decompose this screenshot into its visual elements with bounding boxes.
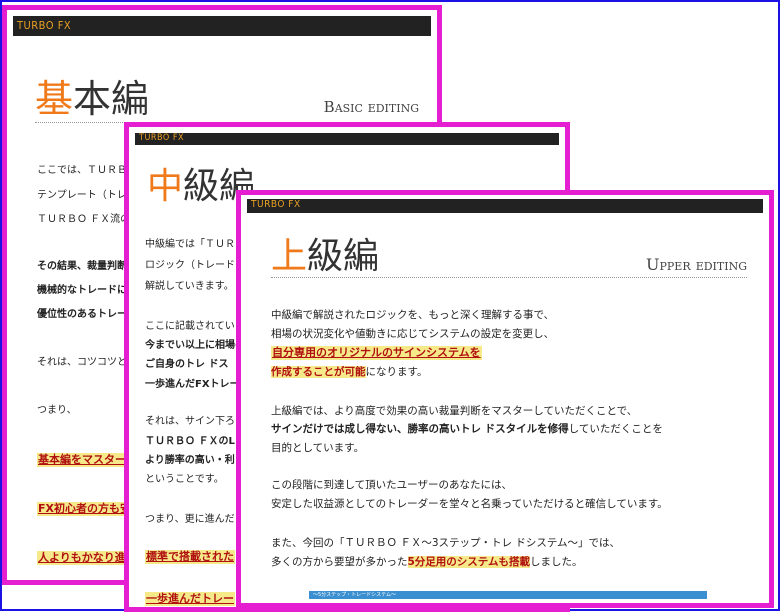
body-text: 解説していきます。 (145, 281, 234, 292)
title-accent: 上 (271, 236, 308, 277)
title-accent: 基 (35, 77, 74, 121)
body-text: ご自身のトレ ドス (145, 359, 229, 370)
body-text-tail: していただくことを (568, 423, 663, 435)
brand-bar: TURBO FX (13, 16, 431, 36)
body-text: 中級編では「ＴＵＲ (145, 239, 235, 250)
brand-bar: TURBO FX (135, 133, 559, 145)
page-subtitle: Upper editing (646, 255, 747, 274)
highlight-text: 5分足用のシステムも搭載 (407, 556, 530, 568)
highlight-text: 人よりもかなり進ん (37, 551, 138, 565)
body-text: ロジック（トレード (145, 260, 235, 271)
body-text: 相場の状況変化や値動きに応じてシステムの設定を変更し、 (271, 328, 555, 340)
highlight-text: 標準で搭載された (145, 550, 235, 564)
body-text: ＴＵＲＢＯ ＦＸのL (145, 436, 235, 447)
body-text: つまり、 (37, 405, 77, 416)
title-rest: 本編 (73, 77, 150, 121)
page-subtitle: Basic editing (323, 98, 419, 116)
body-text: 中級編で解説されたロジックを、もっと深く理解する事で、 (271, 309, 555, 321)
body-text: それは、サイン下ろ (145, 416, 235, 427)
page-title: 上級編 (271, 227, 379, 279)
highlight-text: 作成することが可能 (271, 366, 366, 378)
body-text: 一歩進んだFXトレー (145, 379, 240, 390)
body-text: 優位性のあるトレード (37, 309, 137, 320)
body-text: 上級編では、より高度で効果の高い裁量判断をマスターしていただくことで、 (271, 405, 638, 417)
body-text: つまり、更に進んだ (145, 514, 235, 525)
body-text-head: 多くの方から要望が多かった (271, 556, 408, 568)
body-text: この段階に到達して頂いたユーザーのあなたには、 (271, 479, 512, 491)
highlight-text: 基本編をマスターし (37, 453, 138, 467)
body-text: その結果、裁量判断を (37, 261, 137, 272)
body-text-tail: になります。 (365, 366, 428, 378)
body-text: 目的としています。 (271, 442, 365, 454)
body-text: 機械的なトレードによ (37, 285, 137, 296)
footer-banner-label: ～5分ステップ・トレードシステム～ (313, 592, 397, 598)
footer-banner: ～5分ステップ・トレードシステム～ (309, 591, 707, 599)
body-text: サインだけでは成し得ない、勝率の高いトレ ドスタイルを修得していただくことを (271, 424, 663, 435)
page-title: 基本編 (35, 68, 149, 123)
highlight-text: 一歩進んだトレー (145, 592, 235, 606)
body-text: ここでは、ＴＵＲＢＯ (37, 165, 137, 176)
body-text: 今までい以上に相場の (145, 340, 245, 351)
page-upper-editing[interactable]: TURBO FX 上級編 Upper editing 中級編で解説されたロジック… (236, 190, 774, 608)
highlight-text: FX初心者の方も安 (37, 502, 132, 516)
body-text-tail: しました。 (530, 556, 583, 568)
body-text: ＴＵＲＢＯ ＦＸ流の (37, 214, 131, 225)
divider (271, 277, 747, 278)
body-text: より勝率の高い・利 (145, 455, 235, 466)
body-text: 多くの方から要望が多かった5分足用のシステムも搭載しました。 (271, 556, 583, 568)
highlight-text: 自分専用のオリジナルのサインシステムを (271, 346, 482, 360)
title-rest: 級編 (307, 236, 380, 277)
title-accent: 中 (147, 166, 184, 207)
body-text: テンプレート（トレー (37, 190, 137, 201)
body-text: 安定した収益源としてのトレーダーを堂々と名乗っていただけると確信しています。 (271, 498, 668, 510)
bold-text: サインだけでは成し得ない、勝率の高いトレ ドスタイルを修得 (271, 423, 569, 435)
body-text: それは、コツコツと利 (37, 357, 137, 368)
body-text: ここに記載されてい (145, 321, 235, 332)
body-text: ということです。 (145, 474, 224, 485)
brand-bar: TURBO FX (247, 199, 763, 213)
body-text: 作成することが可能になります。 (271, 366, 428, 378)
body-text: また、今回の「ＴＵＲＢＯ ＦＸ～3ステップ・トレ ドシステム～」では、 (271, 537, 621, 549)
